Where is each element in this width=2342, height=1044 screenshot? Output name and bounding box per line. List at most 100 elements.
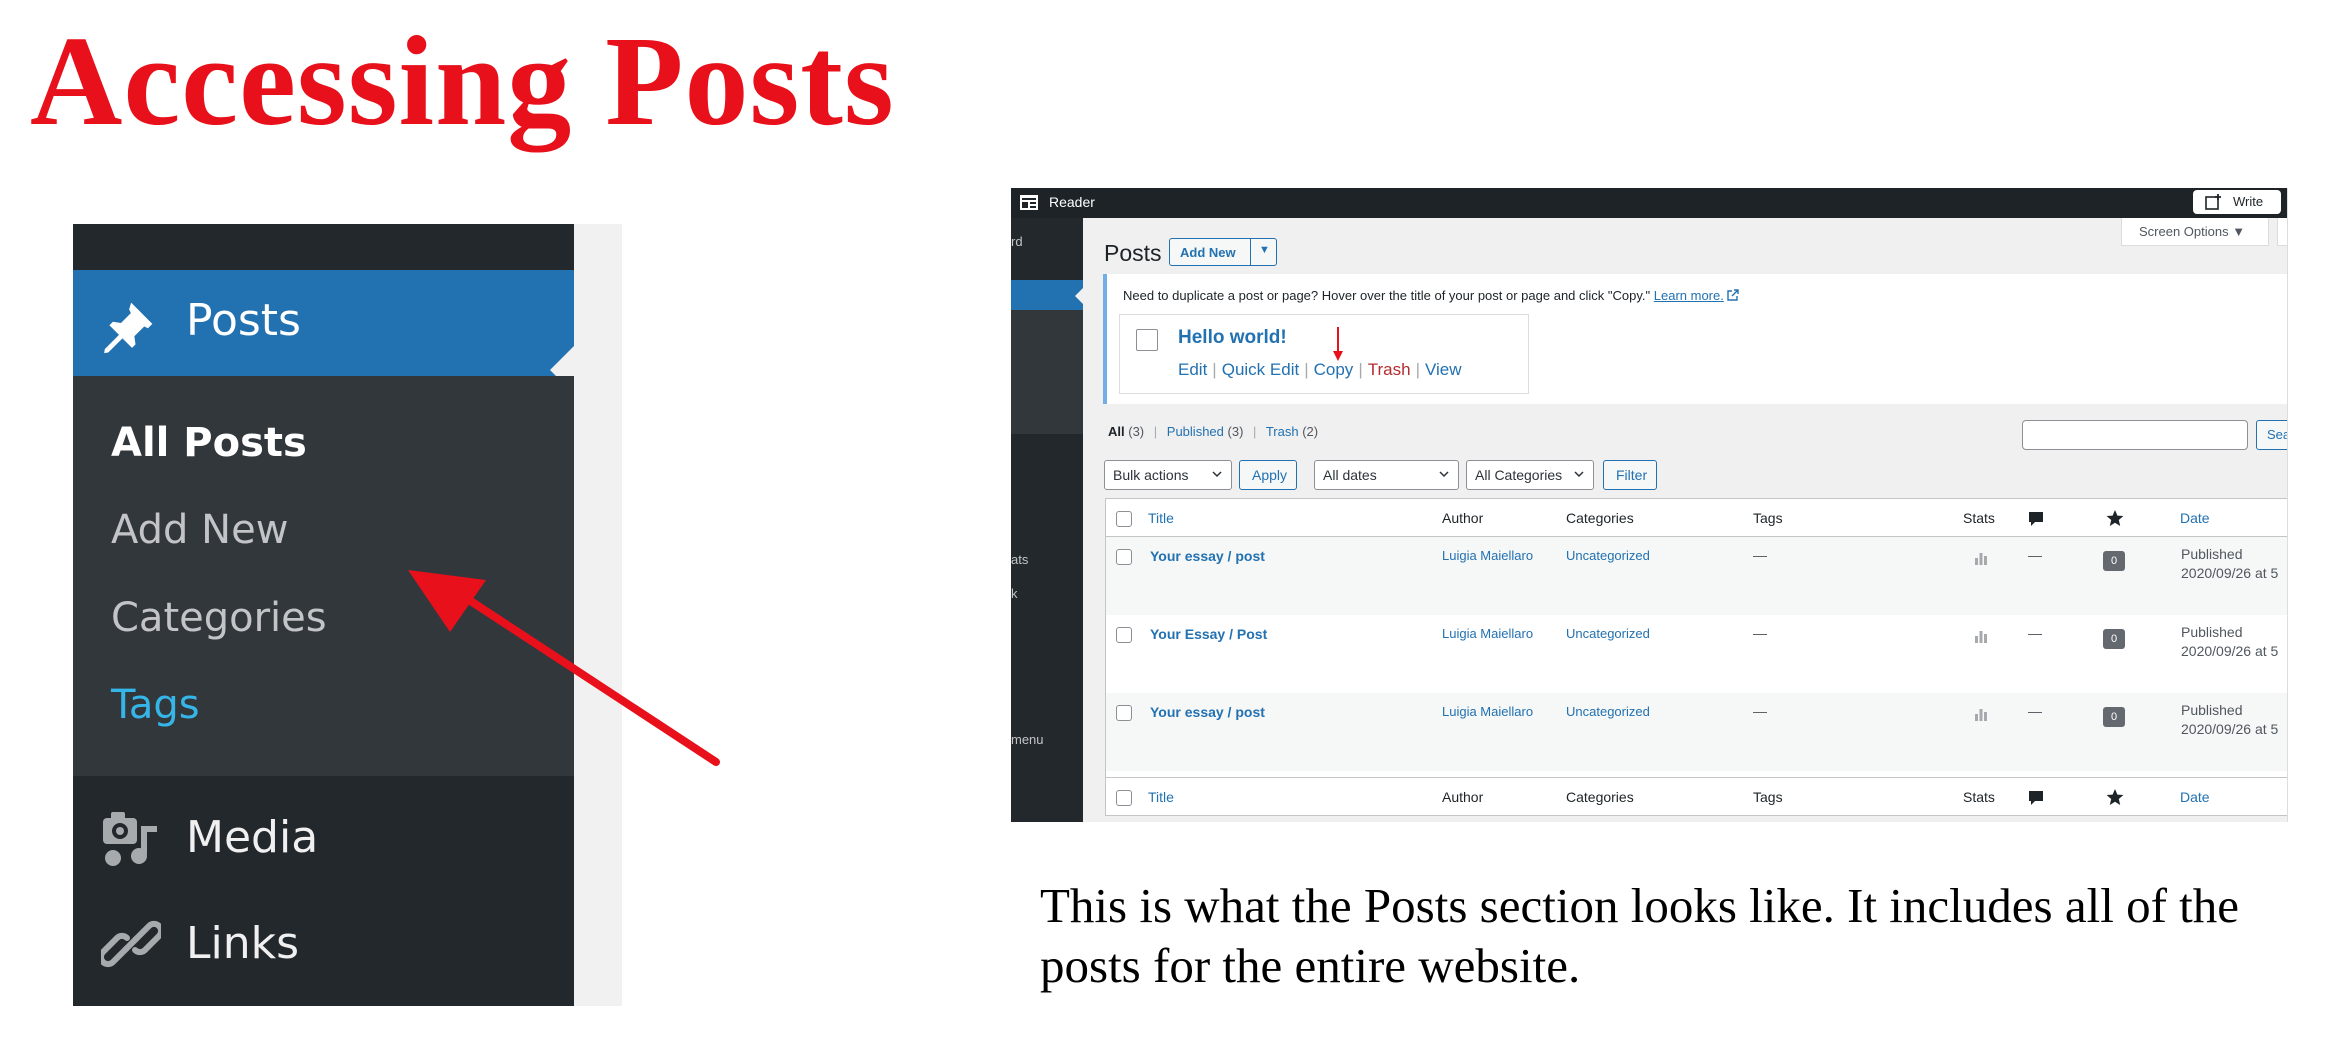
- column-title-sort[interactable]: Title: [1148, 510, 1174, 526]
- add-new-button[interactable]: Add New ▼: [1169, 238, 1277, 266]
- category-filter-value: All Categories: [1475, 467, 1563, 483]
- post-tags: —: [1753, 547, 1767, 563]
- screen-options-label: Screen Options ▼: [2139, 224, 2246, 239]
- column-date-sort[interactable]: Date: [2180, 789, 2210, 805]
- example-checkbox[interactable]: [1136, 329, 1158, 351]
- post-author-link[interactable]: Luigia Maiellaro: [1442, 548, 1533, 563]
- screen-options-button[interactable]: Screen Options ▼: [2121, 218, 2269, 246]
- column-categories: Categories: [1566, 789, 1634, 805]
- new-post-icon: [2205, 194, 2221, 210]
- bulk-actions-value: Bulk actions: [1113, 467, 1189, 483]
- action-copy[interactable]: Copy: [1314, 360, 1354, 379]
- post-title-link[interactable]: Your Essay / Post: [1150, 626, 1267, 642]
- notice-message: Need to duplicate a post or page? Hover …: [1123, 288, 1651, 303]
- action-quick-edit[interactable]: Quick Edit: [1222, 360, 1299, 379]
- action-view[interactable]: View: [1425, 360, 1462, 379]
- post-date-value: 2020/09/26 at 5: [2181, 721, 2279, 737]
- view-published[interactable]: Published: [1167, 424, 1224, 439]
- likes-count-badge: 0: [2103, 629, 2125, 649]
- column-date-sort[interactable]: Date: [2180, 510, 2210, 526]
- star-icon: [2106, 510, 2124, 526]
- stats-icon[interactable]: [1974, 629, 1988, 643]
- post-status: Published: [2181, 546, 2243, 562]
- write-button-label: Write: [2233, 194, 2264, 209]
- chevron-down-icon: [1212, 471, 1222, 478]
- apply-button[interactable]: Apply: [1239, 460, 1297, 490]
- example-post-title[interactable]: Hello world!: [1178, 327, 1287, 349]
- likes-count-badge: 0: [2103, 551, 2125, 571]
- sidebar-item-posts-active[interactable]: [1011, 280, 1083, 312]
- row-actions: Edit | Quick Edit | Copy | Trash | View: [1178, 360, 1462, 379]
- post-status: Published: [2181, 624, 2243, 640]
- view-trash[interactable]: Trash: [1266, 424, 1299, 439]
- sidebar-submenu: [1011, 310, 1083, 434]
- column-stats: Stats: [1963, 510, 1995, 526]
- table-footer: Title Author Categories Tags Stats Date: [1106, 777, 2287, 815]
- post-status: Published: [2181, 702, 2243, 718]
- column-stats: Stats: [1963, 789, 1995, 805]
- table-row: Your essay / post Luigia Maiellaro Uncat…: [1106, 693, 2287, 771]
- submenu-add-new[interactable]: Add New: [111, 507, 288, 553]
- table-row: Your essay / post Luigia Maiellaro Uncat…: [1106, 537, 2287, 615]
- admin-sidebar: rd ats k menu: [1011, 218, 1083, 822]
- sidebar-item-fragment[interactable]: ats: [1011, 552, 1028, 567]
- reader-link[interactable]: Reader: [1049, 194, 1095, 210]
- table-row: Your Essay / Post Luigia Maiellaro Uncat…: [1106, 615, 2287, 693]
- post-title-link[interactable]: Your essay / post: [1150, 548, 1265, 564]
- menu-item-posts[interactable]: Posts: [73, 270, 574, 394]
- post-category-link[interactable]: Uncategorized: [1566, 548, 1650, 563]
- media-icon: [103, 812, 157, 866]
- pointer-arrow: [408, 570, 720, 766]
- post-author-link[interactable]: Luigia Maiellaro: [1442, 626, 1533, 641]
- view-all[interactable]: All: [1108, 424, 1125, 439]
- post-title-link[interactable]: Your essay / post: [1150, 704, 1265, 720]
- chevron-down-icon: [1574, 471, 1584, 478]
- sidebar-collapse-menu[interactable]: menu: [1011, 732, 1044, 747]
- row-checkbox[interactable]: [1116, 549, 1132, 565]
- write-button[interactable]: Write: [2193, 190, 2281, 214]
- action-trash[interactable]: Trash: [1368, 360, 1411, 379]
- submenu-categories[interactable]: Categories: [111, 595, 327, 641]
- post-author-link[interactable]: Luigia Maiellaro: [1442, 704, 1533, 719]
- select-all-checkbox[interactable]: [1116, 511, 1132, 527]
- menu-item-links[interactable]: Links: [73, 894, 574, 994]
- post-category-link[interactable]: Uncategorized: [1566, 704, 1650, 719]
- post-category-link[interactable]: Uncategorized: [1566, 626, 1650, 641]
- link-icon: [101, 920, 161, 968]
- learn-more-link[interactable]: Learn more.: [1654, 288, 1724, 303]
- post-date-value: 2020/09/26 at 5: [2181, 643, 2279, 659]
- current-menu-notch: [1075, 288, 1083, 304]
- admin-topbar: Reader Write: [1011, 188, 2287, 218]
- chevron-down-icon[interactable]: ▼: [1259, 244, 1270, 256]
- apply-label: Apply: [1252, 467, 1288, 483]
- view-all-count: (3): [1128, 424, 1145, 439]
- search-input[interactable]: [2022, 420, 2248, 450]
- menu-item-media[interactable]: Media: [73, 788, 574, 888]
- help-tab[interactable]: [2277, 218, 2287, 246]
- date-filter-select[interactable]: All dates: [1314, 460, 1459, 490]
- search-posts-button[interactable]: Sear: [2256, 420, 2287, 450]
- stats-icon[interactable]: [1974, 551, 1988, 565]
- slide-title: Accessing Posts: [30, 10, 895, 152]
- category-filter-select[interactable]: All Categories: [1466, 460, 1594, 490]
- view-trash-count: (2): [1302, 424, 1319, 439]
- bulk-actions-select[interactable]: Bulk actions: [1104, 460, 1232, 490]
- select-all-checkbox[interactable]: [1116, 790, 1132, 806]
- sidebar-item-fragment[interactable]: rd: [1011, 234, 1023, 249]
- row-checkbox[interactable]: [1116, 705, 1132, 721]
- stats-icon[interactable]: [1974, 707, 1988, 721]
- filter-button[interactable]: Filter: [1603, 460, 1657, 490]
- comment-icon: [2029, 512, 2043, 526]
- submenu-all-posts[interactable]: All Posts: [111, 420, 307, 466]
- view-published-count: (3): [1227, 424, 1244, 439]
- submenu-tags[interactable]: Tags: [111, 682, 200, 728]
- post-date: Published 2020/09/26 at 5: [2181, 623, 2278, 661]
- column-tags: Tags: [1753, 510, 1783, 526]
- duplicate-post-notice: Need to duplicate a post or page? Hover …: [1103, 274, 2287, 404]
- column-title-sort[interactable]: Title: [1148, 789, 1174, 805]
- posts-table: Title Author Categories Tags Stats Date …: [1105, 498, 2287, 816]
- row-checkbox[interactable]: [1116, 627, 1132, 643]
- split-divider: [1250, 239, 1251, 265]
- sidebar-item-fragment[interactable]: k: [1011, 586, 1018, 601]
- action-edit[interactable]: Edit: [1178, 360, 1207, 379]
